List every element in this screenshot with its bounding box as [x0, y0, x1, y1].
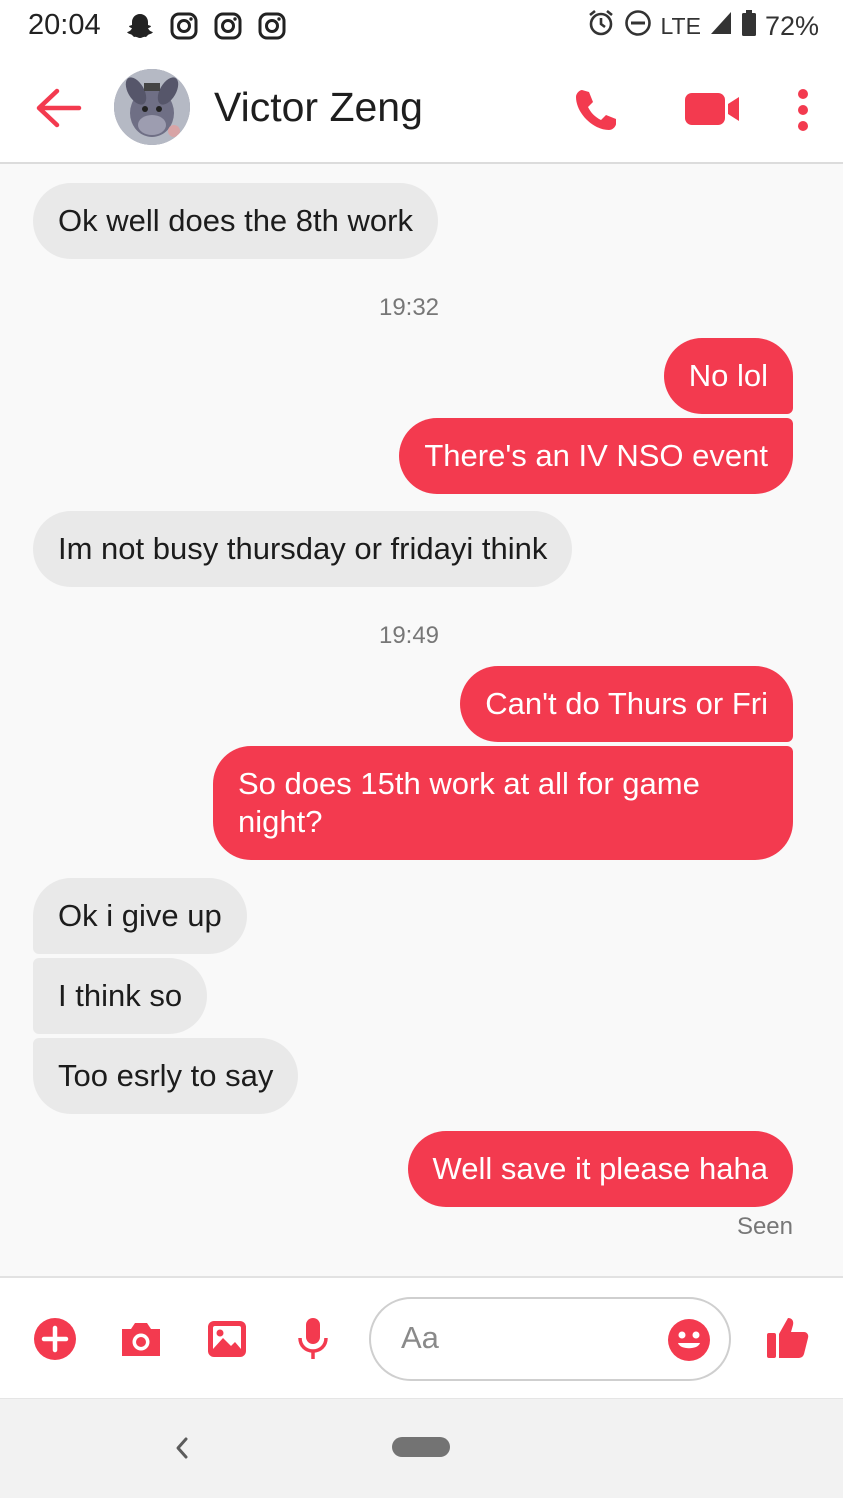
contact-name[interactable]: Victor Zeng — [214, 84, 423, 131]
message-composer: Aa — [0, 1276, 843, 1398]
battery-percent: 72% — [764, 11, 819, 41]
outgoing-message[interactable]: Well save it please haha — [407, 1131, 793, 1207]
seen-indicator: Seen — [736, 1213, 793, 1240]
emoji-icon[interactable] — [667, 1318, 711, 1362]
nav-back-icon[interactable] — [168, 1433, 196, 1463]
instagram-icon — [212, 10, 244, 42]
status-bar: 20:04 LTE 72% — [0, 0, 843, 52]
system-navigation-bar — [0, 1398, 843, 1498]
message-input[interactable]: Aa — [369, 1297, 731, 1381]
outgoing-message[interactable]: No lol — [663, 338, 793, 414]
instagram-icon — [168, 10, 200, 42]
outgoing-message[interactable]: There's an IV NSO event — [399, 418, 793, 494]
incoming-message[interactable]: Too esrly to say — [33, 1038, 299, 1114]
video-camera-icon[interactable] — [683, 86, 743, 132]
nav-home-pill[interactable] — [392, 1437, 450, 1457]
conversation-header: Victor Zeng — [0, 52, 843, 164]
incoming-message[interactable]: I think so — [33, 958, 208, 1034]
avatar[interactable] — [114, 69, 190, 145]
incoming-message[interactable]: Im not busy thursday or fridayi think — [33, 511, 573, 587]
instagram-icon — [256, 10, 288, 42]
back-arrow-icon[interactable] — [30, 82, 86, 134]
more-vert-icon[interactable] — [790, 82, 816, 138]
phone-icon[interactable] — [568, 82, 624, 138]
thumbs-up-icon[interactable] — [765, 1314, 811, 1360]
do-not-disturb-icon — [624, 9, 652, 44]
microphone-icon[interactable] — [290, 1316, 336, 1362]
conversation-thread[interactable]: Ok well does the 8th work 19:32 No lol T… — [0, 164, 843, 1276]
outgoing-message[interactable]: So does 15th work at all for game night? — [213, 746, 793, 860]
timestamp: 19:32 — [378, 294, 440, 321]
battery-icon — [741, 9, 757, 44]
camera-icon[interactable] — [118, 1316, 164, 1362]
status-time: 20:04 — [28, 9, 101, 41]
network-type: LTE — [660, 13, 701, 39]
incoming-message[interactable]: Ok i give up — [33, 878, 247, 954]
signal-icon — [709, 10, 733, 43]
alarm-icon — [586, 8, 616, 45]
message-placeholder: Aa — [401, 1320, 439, 1355]
add-circle-icon[interactable] — [32, 1316, 78, 1362]
incoming-message[interactable]: Ok well does the 8th work — [33, 183, 438, 259]
snapchat-icon — [124, 10, 156, 42]
outgoing-message[interactable]: Can't do Thurs or Fri — [460, 666, 793, 742]
gallery-icon[interactable] — [204, 1316, 250, 1362]
timestamp: 19:49 — [378, 622, 440, 649]
